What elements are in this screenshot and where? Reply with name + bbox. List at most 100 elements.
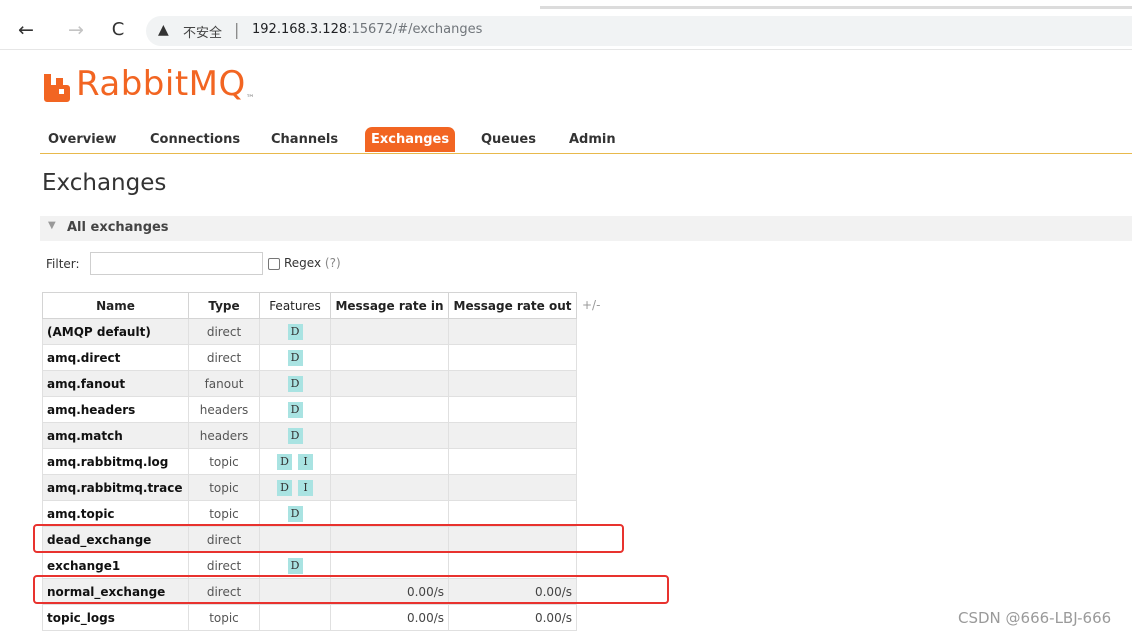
exchange-features: DI xyxy=(259,474,331,501)
exchange-name-link[interactable]: amq.match xyxy=(42,422,189,449)
regex-text: Regex xyxy=(284,256,322,270)
exchange-name-link[interactable]: amq.fanout xyxy=(42,370,189,397)
regex-help-link[interactable]: (?) xyxy=(325,256,341,270)
tab-overview[interactable]: Overview xyxy=(42,127,123,152)
exchange-type: direct xyxy=(188,318,260,345)
durable-badge[interactable]: D xyxy=(287,323,303,340)
exchange-features: D xyxy=(259,500,331,527)
caret-down-icon: ▼ xyxy=(48,220,56,231)
logo-trademark: ™ xyxy=(245,94,256,104)
column-header-rate-in[interactable]: Message rate in xyxy=(330,292,449,319)
exchange-type: topic xyxy=(188,474,260,501)
regex-label[interactable]: Regex (?) xyxy=(284,256,341,270)
regex-checkbox[interactable] xyxy=(268,258,280,270)
exchange-name-link[interactable]: amq.rabbitmq.log xyxy=(42,448,189,475)
message-rate-out xyxy=(448,370,577,397)
filter-label: Filter: xyxy=(46,257,80,271)
active-tab[interactable] xyxy=(0,6,540,9)
message-rate-in: 0.00/s xyxy=(330,604,449,631)
url-separator: | xyxy=(234,20,240,39)
exchange-features: D xyxy=(259,318,331,345)
message-rate-in xyxy=(330,396,449,423)
table-row: amq.rabbitmq.log topic DI xyxy=(42,448,577,475)
warning-icon[interactable]: ▲ xyxy=(158,22,169,38)
logo-name: RabbitMQ xyxy=(76,64,246,104)
browser-toolbar: ← → C ▲ 不安全 | 192.168.3.128:15672/#/exch… xyxy=(0,0,1132,50)
durable-badge[interactable]: D xyxy=(277,453,292,470)
message-rate-out xyxy=(448,318,577,345)
durable-badge[interactable]: D xyxy=(277,479,292,496)
message-rate-out xyxy=(448,500,577,527)
message-rate-out xyxy=(448,448,577,475)
message-rate-in xyxy=(330,318,449,345)
exchange-features: D xyxy=(259,396,331,423)
column-header-name[interactable]: Name xyxy=(42,292,189,319)
address-bar[interactable]: ▲ 不安全 | 192.168.3.128:15672/#/exchanges xyxy=(146,16,1132,46)
exchange-type: headers xyxy=(188,422,260,449)
url-text[interactable]: 192.168.3.128:15672/#/exchanges xyxy=(252,22,482,37)
message-rate-out xyxy=(448,474,577,501)
exchange-name-link[interactable]: amq.headers xyxy=(42,396,189,423)
exchange-type: fanout xyxy=(188,370,260,397)
exchange-type: topic xyxy=(188,448,260,475)
exchange-features: D xyxy=(259,370,331,397)
exchange-name-link[interactable]: (AMQP default) xyxy=(42,318,189,345)
message-rate-out xyxy=(448,396,577,423)
message-rate-in xyxy=(330,474,449,501)
exchange-name-link[interactable]: topic_logs xyxy=(42,604,189,631)
forward-arrow-icon[interactable]: → xyxy=(64,18,88,42)
durable-badge[interactable]: D xyxy=(287,349,303,366)
rabbitmq-logo-icon xyxy=(44,74,70,102)
message-rate-in xyxy=(330,500,449,527)
security-indicator[interactable]: 不安全 xyxy=(183,22,222,41)
tab-connections[interactable]: Connections xyxy=(144,127,246,152)
table-row: (AMQP default) direct D xyxy=(42,318,577,345)
exchange-type: direct xyxy=(188,344,260,371)
tab-admin[interactable]: Admin xyxy=(563,127,622,152)
highlight-normal-exchange xyxy=(33,575,669,604)
section-title: All exchanges xyxy=(67,220,169,235)
tab-channels[interactable]: Channels xyxy=(265,127,344,152)
logo-wordmark: RabbitMQ™ xyxy=(76,64,255,104)
column-toggle-button[interactable]: +/- xyxy=(582,298,600,312)
exchange-name-link[interactable]: amq.rabbitmq.trace xyxy=(42,474,189,501)
message-rate-in xyxy=(330,422,449,449)
durable-badge[interactable]: D xyxy=(287,375,303,392)
message-rate-out: 0.00/s xyxy=(448,604,577,631)
page-title: Exchanges xyxy=(42,170,167,196)
column-header-rate-out[interactable]: Message rate out xyxy=(448,292,577,319)
column-header-type[interactable]: Type xyxy=(188,292,260,319)
back-arrow-icon[interactable]: ← xyxy=(14,18,38,42)
durable-badge[interactable]: D xyxy=(287,427,303,444)
table-row: amq.rabbitmq.trace topic DI xyxy=(42,474,577,501)
reload-icon[interactable]: C xyxy=(106,18,130,42)
exchange-features: DI xyxy=(259,448,331,475)
all-exchanges-section-toggle[interactable]: ▼ All exchanges xyxy=(40,216,1132,241)
exchange-features xyxy=(259,604,331,631)
tab-queues[interactable]: Queues xyxy=(475,127,542,152)
url-path: :15672/#/exchanges xyxy=(347,22,483,37)
durable-badge[interactable]: D xyxy=(287,401,303,418)
exchange-name-link[interactable]: amq.direct xyxy=(42,344,189,371)
internal-badge[interactable]: I xyxy=(298,479,313,496)
table-row: amq.direct direct D xyxy=(42,344,577,371)
exchange-type: headers xyxy=(188,396,260,423)
exchange-features: D xyxy=(259,422,331,449)
durable-badge[interactable]: D xyxy=(287,557,303,574)
internal-badge[interactable]: I xyxy=(298,453,313,470)
message-rate-in xyxy=(330,344,449,371)
message-rate-in xyxy=(330,448,449,475)
table-row: amq.fanout fanout D xyxy=(42,370,577,397)
highlight-dead-exchange xyxy=(33,524,624,553)
table-row: amq.topic topic D xyxy=(42,500,577,527)
tab-exchanges[interactable]: Exchanges xyxy=(365,127,456,152)
message-rate-in xyxy=(330,370,449,397)
message-rate-out xyxy=(448,422,577,449)
message-rate-out xyxy=(448,344,577,371)
url-host: 192.168.3.128 xyxy=(252,22,348,37)
column-header-features: Features xyxy=(259,292,331,319)
exchange-name-link[interactable]: amq.topic xyxy=(42,500,189,527)
table-row: topic_logs topic 0.00/s 0.00/s xyxy=(42,604,577,631)
filter-input[interactable] xyxy=(90,252,263,275)
durable-badge[interactable]: D xyxy=(287,505,303,522)
